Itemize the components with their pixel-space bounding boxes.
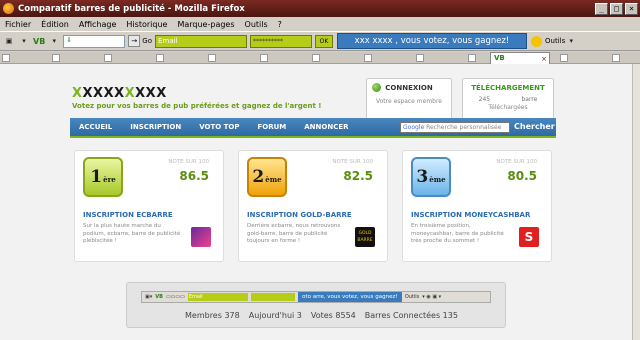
download-dropdown[interactable]: ⇓	[63, 34, 126, 48]
ranking-card-3[interactable]: 3 ème NOTE SUR 100 80.5 INSCRIPTION MONEY…	[402, 150, 552, 262]
tab-vb[interactable]: VB ×	[490, 52, 550, 64]
chevron-down-icon[interactable]: ▾	[18, 34, 30, 48]
search-input[interactable]: Google Recherche personnalisée	[400, 122, 510, 133]
tab-icon[interactable]	[612, 54, 620, 62]
score: 82.5	[343, 169, 373, 183]
ecbarre-logo-icon[interactable]	[191, 227, 211, 247]
email-field[interactable]: Email	[155, 34, 248, 48]
menu-marque-pages[interactable]: Marque-pages	[172, 20, 239, 29]
vb-logo[interactable]: VB	[33, 34, 45, 48]
toolbar-preview: ▣▾ VB ▭▭▭▭ Email oto arre, vous votez, v…	[141, 291, 491, 303]
nav-accueil[interactable]: ACCUEIL	[70, 123, 121, 131]
tab-icon[interactable]	[2, 54, 10, 62]
menu-affichage[interactable]: Affichage	[74, 20, 122, 29]
nav-inscription[interactable]: INSCRIPTION	[121, 123, 190, 131]
download-bars-label: barre	[521, 96, 538, 103]
tabs-bar: VB ×	[0, 52, 640, 64]
globe-icon	[372, 83, 381, 92]
rank-3-medal: 3 ème	[411, 157, 451, 197]
menu-outils[interactable]: Outils	[240, 20, 273, 29]
toolbar-banner[interactable]: xxx xxxx , vous votez, vous gagnez!	[337, 33, 528, 49]
card-description: Sur la plus haute marche du podium, ecba…	[83, 223, 181, 244]
site-stats: Membres 378 Aujourd'hui 3 Votes 8554 Bar…	[185, 311, 467, 320]
search-button[interactable]: Chercher	[514, 122, 555, 131]
ranking-card-2[interactable]: 2 ème NOTE SUR 100 82.5 INSCRIPTION GOLD-…	[238, 150, 388, 262]
card-description: En troisième position, moneycashbar, bar…	[411, 223, 504, 244]
main-nav: ACCUEIL INSCRIPTION VOTO TOP FORUM ANNON…	[70, 118, 556, 138]
note-label: NOTE SUR 100	[332, 159, 373, 165]
go-button[interactable]: Go	[142, 37, 152, 45]
vertical-scrollbar[interactable]	[632, 64, 640, 340]
tab-icon[interactable]	[156, 54, 164, 62]
toolbar: ▣ ▾ VB ▾ ⇓ → Go Email ********** OK xxx …	[0, 31, 640, 51]
mini-banner: oto arre, vous votez, vous gagnez!	[297, 292, 402, 302]
tab-icon[interactable]	[416, 54, 424, 62]
card-title-link[interactable]: INSCRIPTION GOLD-BARRE	[247, 211, 352, 219]
stat-connected: Barres Connectées 135	[364, 311, 458, 320]
stat-today: Aujourd'hui 3	[248, 311, 302, 320]
stat-members: Membres 378	[185, 311, 240, 320]
card-description: Derrière ecbarre, nous retrouvons gold-b…	[247, 223, 341, 244]
stat-votes: Votes 8554	[310, 311, 356, 320]
tab-icon[interactable]	[560, 54, 568, 62]
note-label: NOTE SUR 100	[496, 159, 537, 165]
tab-icon[interactable]	[52, 54, 60, 62]
nav-forum[interactable]: FORUM	[248, 123, 295, 131]
window-title: Comparatif barres de publicité - Mozilla…	[18, 3, 245, 14]
moneycashbar-logo-icon[interactable]: S	[519, 227, 539, 247]
mini-icons: ▾ ◉ ▣ ▾	[422, 294, 442, 300]
menu-fichier[interactable]: Fichier	[0, 20, 36, 29]
maximize-button[interactable]: □	[610, 2, 623, 15]
site-tagline: Votez pour vos barres de pub préférées e…	[72, 102, 322, 110]
login-subtitle: Votre espace membre	[375, 98, 442, 105]
rank-2-medal: 2 ème	[247, 157, 287, 197]
menu-help[interactable]: ?	[273, 20, 287, 29]
stats-box: ▣▾ VB ▭▭▭▭ Email oto arre, vous votez, v…	[126, 282, 506, 328]
menu-bar: Fichier Édition Affichage Historique Mar…	[0, 17, 640, 31]
dropdown-mini: ▭▭▭▭	[165, 294, 185, 300]
card-title-link[interactable]: INSCRIPTION MONEYCASHBAR	[411, 211, 530, 219]
tab-icon[interactable]	[312, 54, 320, 62]
arrow-right-icon[interactable]: →	[128, 35, 141, 47]
chevron-down-icon[interactable]: ▾	[565, 34, 577, 48]
mini-email-field: Email	[187, 293, 248, 301]
mini-outils: Outils	[404, 294, 420, 300]
mini-password-field	[250, 293, 295, 301]
tab-icon[interactable]	[104, 54, 112, 62]
tab-icon[interactable]	[260, 54, 268, 62]
card-title-link[interactable]: INSCRIPTION ECBARRE	[83, 211, 173, 219]
nav-annoncer[interactable]: ANNONCER	[295, 123, 357, 131]
tab-icon[interactable]	[208, 54, 216, 62]
sun-icon[interactable]	[531, 35, 543, 47]
menu-edition[interactable]: Édition	[36, 20, 74, 29]
toolbar-options-icon[interactable]: ▣	[3, 34, 15, 48]
tab-icon[interactable]	[364, 54, 372, 62]
firefox-icon	[3, 3, 14, 14]
score: 86.5	[179, 169, 209, 183]
note-label: NOTE SUR 100	[168, 159, 209, 165]
vb-mini-icon: VB	[155, 294, 163, 300]
tab-vb-label: VB	[494, 54, 505, 62]
options-icon: ▣▾	[145, 294, 153, 300]
site-logo[interactable]: XXXXXXXXX	[72, 86, 167, 101]
nav-voto-top[interactable]: VOTO TOP	[190, 123, 248, 131]
minimize-button[interactable]: _	[595, 2, 608, 15]
download-label: Téléchargées	[488, 104, 528, 111]
ranking-card-1[interactable]: 1 ère NOTE SUR 100 86.5 INSCRIPTION ECBAR…	[74, 150, 224, 262]
menu-historique[interactable]: Historique	[121, 20, 172, 29]
gold-barre-logo-icon[interactable]: GOLD BARRE	[355, 227, 375, 247]
tab-icon[interactable]	[468, 54, 476, 62]
download-title: TÉLÉCHARGEMENT	[471, 84, 545, 92]
score: 80.5	[507, 169, 537, 183]
rank-1-medal: 1 ère	[83, 157, 123, 197]
window-titlebar: Comparatif barres de publicité - Mozilla…	[0, 0, 640, 17]
close-button[interactable]: ×	[625, 2, 638, 15]
page-content: XXXXXXXXX Votez pour vos barres de pub p…	[0, 64, 632, 340]
download-count: 245	[478, 96, 491, 103]
password-field[interactable]: **********	[250, 34, 313, 48]
ok-button[interactable]: OK	[315, 34, 334, 48]
chevron-down-icon[interactable]: ▾	[48, 34, 60, 48]
outils-menu[interactable]: Outils	[545, 37, 565, 45]
